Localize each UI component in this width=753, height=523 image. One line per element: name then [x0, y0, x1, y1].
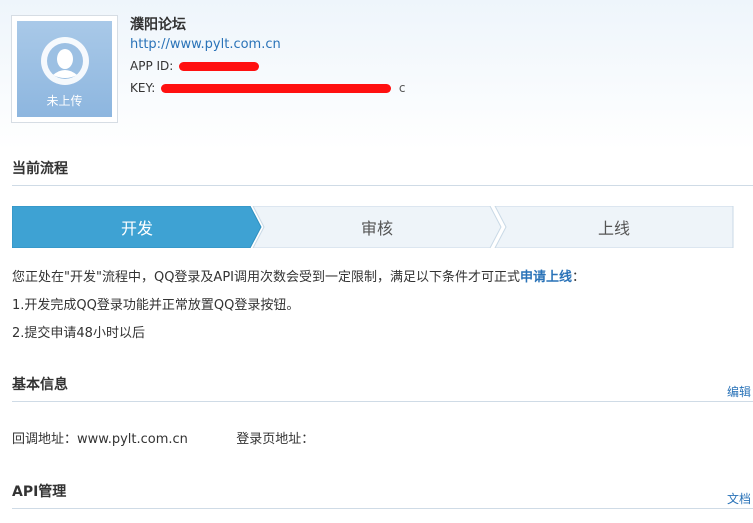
edit-link[interactable]: 编辑	[727, 383, 751, 400]
app-logo[interactable]: 未上传	[11, 15, 118, 123]
step-review: 审核	[252, 206, 502, 248]
app-url-link[interactable]: http://www.pylt.com.cn	[130, 35, 406, 55]
docs-link[interactable]: 文档	[727, 490, 751, 507]
step-review-label: 审核	[360, 219, 393, 238]
notice-text: 您正处在"开发"流程中，QQ登录及API调用次数会受到一定限制，满足以下条件才可…	[12, 270, 520, 285]
app-header: 未上传 濮阳论坛 http://www.pylt.com.cn APP ID: …	[0, 0, 753, 140]
step-develop: 开发	[12, 206, 262, 248]
login-page-label: 登录页地址：	[236, 432, 315, 447]
step-online: 上线	[494, 206, 734, 248]
flow-steps: 开发 审核 上线	[12, 206, 734, 248]
callback-label: 回调地址：	[12, 432, 78, 447]
basic-info-title: 基本信息	[12, 377, 68, 393]
app-key-redaction	[161, 84, 392, 93]
flow-notice: 您正处在"开发"流程中，QQ登录及API调用次数会受到一定限制，满足以下条件才可…	[12, 264, 747, 348]
notice-item-2: 2.提交申请48小时以后	[12, 326, 145, 341]
app-id-row: APP ID:	[130, 55, 406, 77]
logo-caption: 未上传	[46, 94, 83, 108]
app-name: 濮阳论坛	[130, 17, 186, 33]
notice-text-end: ：	[572, 270, 586, 285]
notice-line: 您正处在"开发"流程中，QQ登录及API调用次数会受到一定限制，满足以下条件才可…	[12, 264, 747, 292]
api-section-title: API管理	[12, 484, 67, 500]
app-id-label: APP ID:	[130, 59, 174, 73]
step-develop-label: 开发	[120, 219, 153, 238]
callback-value: www.pylt.com.cn	[77, 432, 188, 447]
app-key-tail: c	[398, 81, 406, 95]
notice-item-1: 1.开发完成QQ登录功能并正常放置QQ登录按钮。	[12, 298, 300, 313]
basic-info-divider	[12, 401, 753, 402]
callback-row: 回调地址：www.pylt.com.cn 登录页地址：	[12, 428, 314, 447]
step-online-label: 上线	[597, 219, 630, 238]
api-section-divider	[12, 508, 753, 509]
app-logo-placeholder: 未上传	[17, 21, 112, 117]
app-key-row: KEY: c	[130, 77, 406, 99]
app-key-label: KEY:	[130, 81, 156, 95]
app-id-redaction	[179, 62, 260, 71]
apply-online-link[interactable]: 申请上线	[520, 270, 572, 285]
flow-section-divider	[12, 185, 753, 186]
flow-section-title: 当前流程	[12, 161, 68, 177]
app-info: 濮阳论坛 http://www.pylt.com.cn APP ID: KEY:…	[130, 15, 406, 99]
qq-penguin-icon	[41, 37, 89, 85]
